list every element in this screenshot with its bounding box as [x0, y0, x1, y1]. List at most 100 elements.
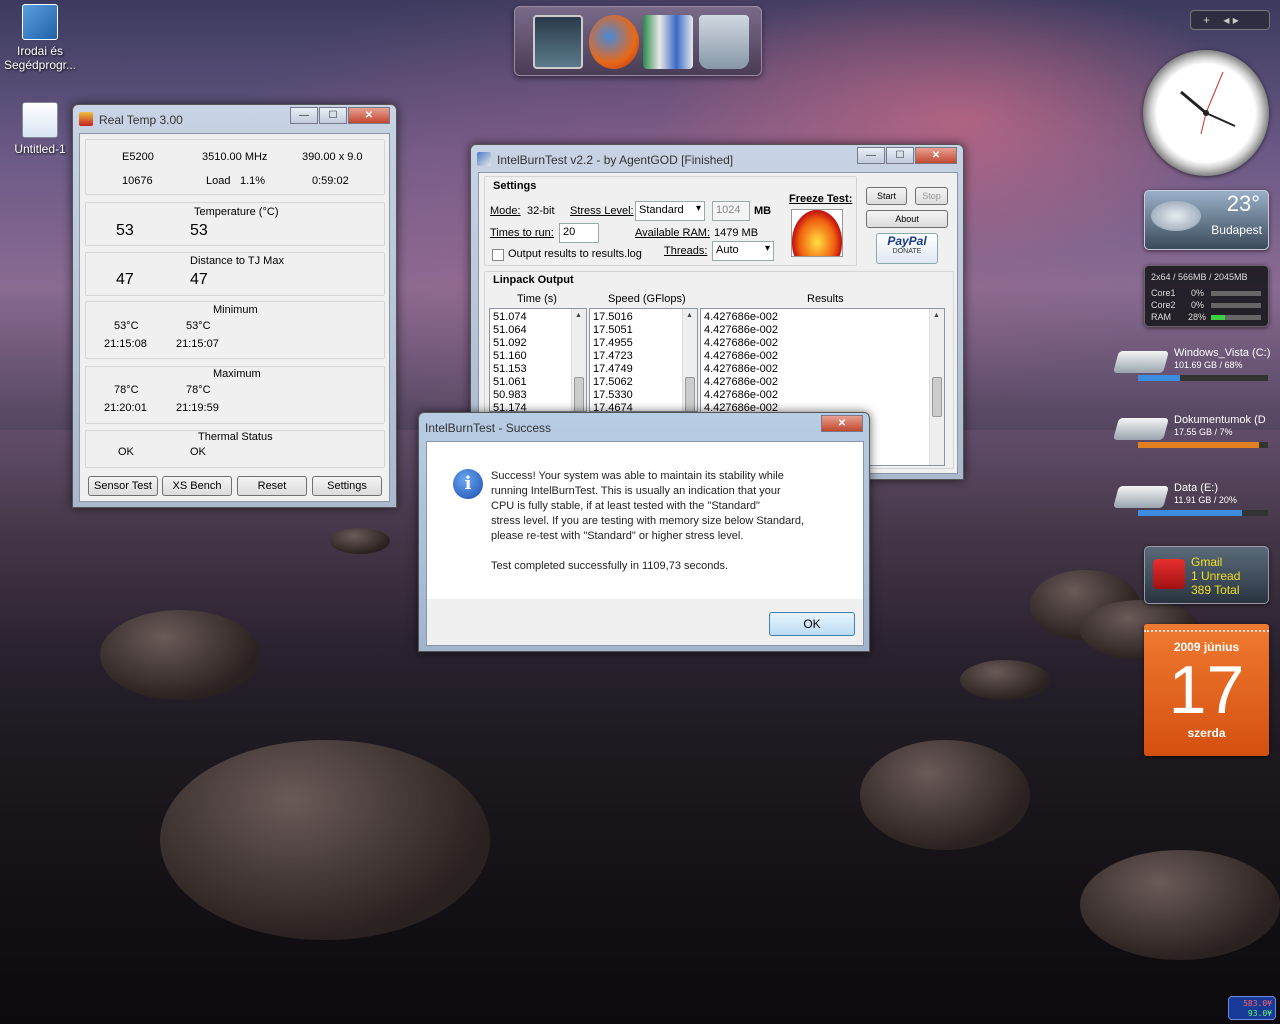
firefox-icon[interactable]: [589, 15, 639, 69]
list-item: 17.5051: [593, 324, 633, 336]
drive-gadget-d[interactable]: Dokumentumok (D 17.55 GB / 7%: [1113, 412, 1274, 452]
output-results-checkbox[interactable]: [492, 249, 504, 261]
settings-label: Settings: [493, 180, 537, 192]
calendar-weekday: szerda: [1187, 726, 1226, 740]
list-item: 51.160: [493, 350, 527, 362]
linpack-label: Linpack Output: [493, 274, 574, 286]
scrollbar[interactable]: [571, 309, 586, 411]
desktop-icon-irodai[interactable]: Irodai és Segédprogr...: [0, 4, 80, 72]
drive-bar-fill: [1138, 510, 1242, 516]
xs-bench-button[interactable]: XS Bench: [162, 476, 232, 496]
scrollbar[interactable]: [682, 309, 697, 411]
list-item: 50.983: [493, 389, 527, 401]
time-list[interactable]: 51.074 51.064 51.092 51.160 51.153 51.061 50.9…: [489, 308, 587, 412]
drive-info: 17.55 GB / 7%: [1174, 427, 1233, 437]
cpu-model: E5200: [122, 151, 154, 163]
list-item: 4.427686e-002: [704, 363, 779, 375]
minute-hand: [1205, 112, 1236, 127]
drive-name: Windows_Vista (C:): [1174, 347, 1271, 359]
thermometer-icon: [79, 112, 93, 126]
list-item: 17.4955: [593, 337, 633, 349]
settings-button[interactable]: Settings: [312, 476, 382, 496]
gmail-unread: 1 Unread: [1191, 569, 1241, 583]
core0-min-temp: 53°C: [114, 320, 139, 332]
monitor-icon[interactable]: [533, 15, 583, 69]
programs-folder-icon: [22, 4, 58, 40]
rock: [1080, 850, 1280, 960]
currency-widget[interactable]: 583.0¥ 93.0¥: [1228, 996, 1276, 1020]
list-item: 51.174: [493, 402, 527, 412]
gmail-gadget[interactable]: Gmail 1 Unread 389 Total: [1144, 546, 1269, 604]
message-line: stress level. If you are testing with me…: [491, 515, 805, 527]
core0-max-time: 21:20:01: [104, 402, 147, 414]
close-button[interactable]: ✕: [915, 147, 957, 164]
recycle-bin-icon[interactable]: [699, 15, 749, 69]
minimize-button[interactable]: —: [290, 107, 318, 124]
core1-distance: 47: [190, 271, 208, 288]
output-results-label[interactable]: Output results to results.log: [508, 248, 642, 260]
core0-min-time: 21:15:08: [104, 338, 147, 350]
sidebar-controls[interactable]: + ◂ ▸: [1190, 10, 1270, 30]
maximize-button[interactable]: ☐: [319, 107, 347, 124]
second-hand: [1205, 71, 1224, 114]
speed-list[interactable]: 17.5016 17.5051 17.4955 17.4723 17.4749 17.50…: [589, 308, 698, 412]
realtemp-window: Real Temp 3.00 — ☐ ✕ E5200 3510.00 MHz 390…: [72, 104, 397, 508]
stress-level-select[interactable]: Standard: [635, 201, 705, 221]
desktop-icon-untitled[interactable]: Untitled-1: [0, 102, 80, 156]
dialog-titlebar[interactable]: IntelBurnTest - Success ✕: [419, 413, 869, 441]
freeze-test-label: Freeze Test:: [789, 193, 853, 205]
list-item: 17.5330: [593, 389, 633, 401]
books-icon[interactable]: [643, 15, 693, 69]
start-button[interactable]: Start: [866, 187, 907, 205]
core2-bar: [1211, 303, 1261, 308]
calendar-gadget[interactable]: 2009 június 17 szerda: [1144, 624, 1269, 756]
close-button[interactable]: ✕: [821, 415, 863, 432]
maximize-button[interactable]: ☐: [886, 147, 914, 164]
threads-select[interactable]: Auto: [712, 241, 774, 261]
drive-gadget-c[interactable]: Windows_Vista (C:) 101.69 GB / 68%: [1113, 345, 1274, 385]
ram-bar-fill: [1211, 315, 1225, 320]
list-item: 51.061: [493, 376, 527, 388]
drive-gadget-e[interactable]: Data (E:) 11.91 GB / 20%: [1113, 480, 1274, 520]
ok-button[interactable]: OK: [769, 612, 855, 636]
clock-gadget[interactable]: [1143, 50, 1269, 176]
sensor-test-button[interactable]: Sensor Test: [88, 476, 158, 496]
col-results-header: Results: [807, 293, 844, 305]
available-ram-label: Available RAM:: [635, 227, 710, 239]
weather-gadget[interactable]: 23° Budapest: [1144, 190, 1269, 250]
dialog-message: Success! Your system was able to maintai…: [491, 469, 804, 574]
memory-size-input[interactable]: 1024: [712, 201, 750, 221]
realtemp-titlebar[interactable]: Real Temp 3.00 — ☐ ✕: [73, 105, 396, 133]
message-line: CPU is fully stable, if at least tested …: [491, 500, 760, 512]
minimize-button[interactable]: —: [857, 147, 885, 164]
list-item: 4.427686e-002: [704, 324, 779, 336]
currency-top: 583.0¥: [1243, 999, 1272, 1008]
donate-label: DONATE: [892, 248, 922, 255]
ram-bar: [1211, 315, 1261, 320]
mb-label: MB: [754, 205, 772, 217]
close-button[interactable]: ✕: [348, 107, 390, 124]
stop-button[interactable]: Stop: [915, 187, 948, 205]
hour-hand: [1180, 90, 1207, 115]
core0-max-temp: 78°C: [114, 384, 139, 396]
desktop-icon-label: Untitled-1: [14, 142, 66, 156]
list-item: 4.427686e-002: [704, 350, 779, 362]
dock: [514, 6, 762, 76]
times-to-run-input[interactable]: 20: [559, 223, 599, 243]
second-hand-tail: [1200, 112, 1207, 135]
window-title: IntelBurnTest v2.2 - by AgentGOD [Finish…: [497, 153, 734, 167]
distance-label: Distance to TJ Max: [190, 255, 284, 267]
list-item: 17.5062: [593, 376, 633, 388]
cpu-frequency: 3510.00 MHz: [202, 151, 268, 163]
cpu-multiplier: 390.00 x 9.0: [302, 151, 363, 163]
message-line: Success! Your system was able to maintai…: [491, 470, 784, 482]
ibt-titlebar[interactable]: IntelBurnTest v2.2 - by AgentGOD [Finish…: [471, 145, 963, 173]
flame-icon[interactable]: [791, 209, 843, 257]
scrollbar[interactable]: [929, 309, 944, 465]
about-button[interactable]: About: [866, 210, 948, 228]
paypal-donate-button[interactable]: PayPal DONATE: [876, 233, 938, 264]
list-item: 51.092: [493, 337, 527, 349]
reset-button[interactable]: Reset: [237, 476, 307, 496]
message-line: please re-test with "Standard" or higher…: [491, 530, 744, 542]
cpu-meter-gadget[interactable]: 2x64 / 566MB / 2045MB Core1 0% Core2 0% …: [1144, 265, 1269, 327]
